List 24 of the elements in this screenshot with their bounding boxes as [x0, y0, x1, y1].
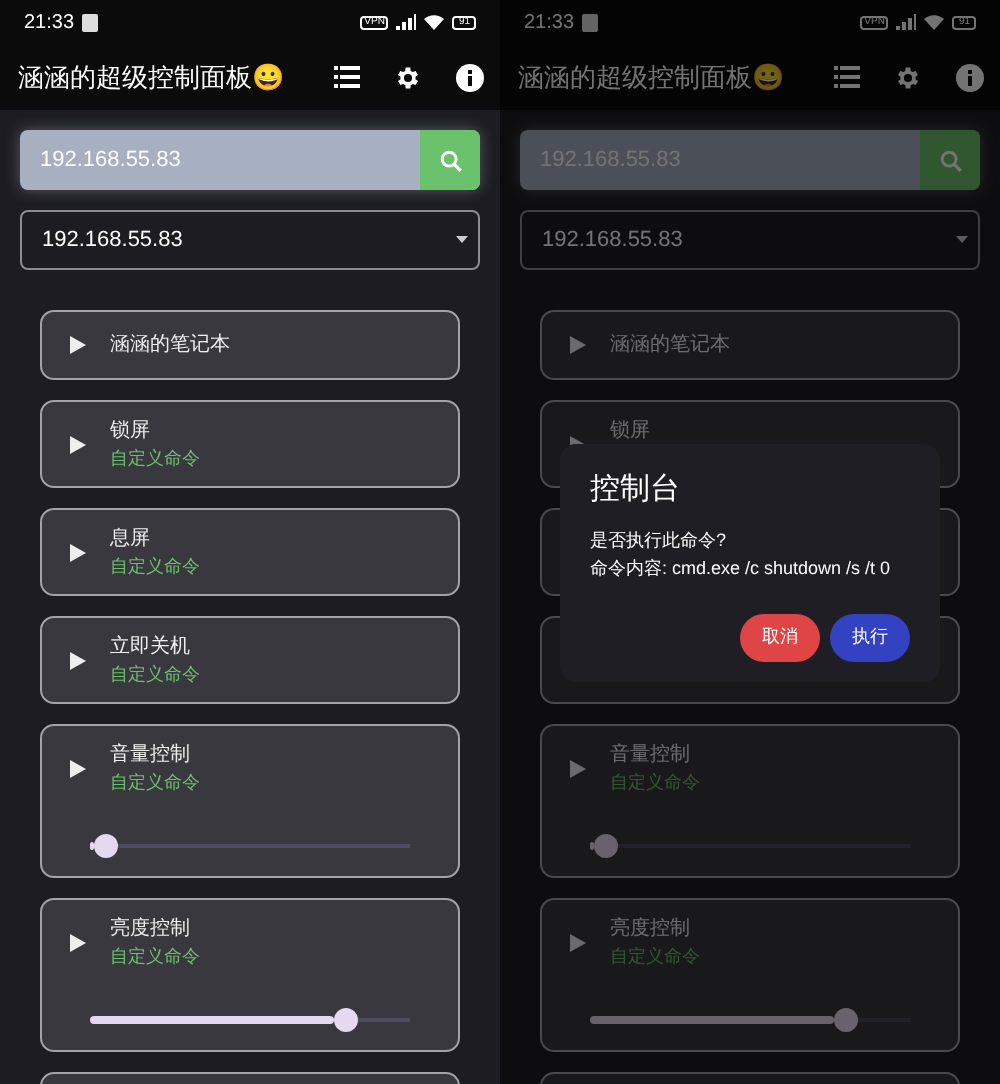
item-title: 亮度控制: [610, 916, 692, 944]
item-subtitle: 自定义命令: [110, 446, 200, 470]
item-title: 亮度控制: [110, 916, 192, 944]
app-title: 涵涵的超级控制面板😀: [518, 59, 784, 96]
item-subtitle: 自定义命令: [110, 770, 200, 794]
item-title: 立即关机: [110, 634, 192, 662]
dialog-title: 控制台: [590, 470, 682, 510]
dialog-command: 命令内容: cmd.exe /c shutdown /s /t 0: [590, 555, 893, 581]
item-subtitle: 自定义命令: [610, 944, 700, 968]
item-title: 涵涵的笔记本: [610, 331, 730, 359]
item-title: 息屏: [110, 526, 152, 554]
item-title: 音量控制: [110, 742, 192, 770]
app-title: 涵涵的超级控制面板😀: [18, 59, 284, 96]
item-subtitle: 自定义命令: [110, 944, 200, 968]
status-time: 21:33: [24, 9, 75, 37]
item-subtitle: 自定义命令: [610, 770, 700, 794]
status-time: 21:33: [524, 9, 575, 37]
item-title: 锁屏: [610, 418, 650, 446]
dialog-message: 是否执行此命令?: [590, 527, 729, 553]
item-title: 音量控制: [610, 742, 692, 770]
item-title: 锁屏: [110, 418, 152, 446]
item-subtitle: 自定义命令: [110, 662, 200, 686]
item-subtitle: 自定义命令: [110, 554, 200, 578]
item-title: 涵涵的笔记本: [110, 331, 230, 359]
